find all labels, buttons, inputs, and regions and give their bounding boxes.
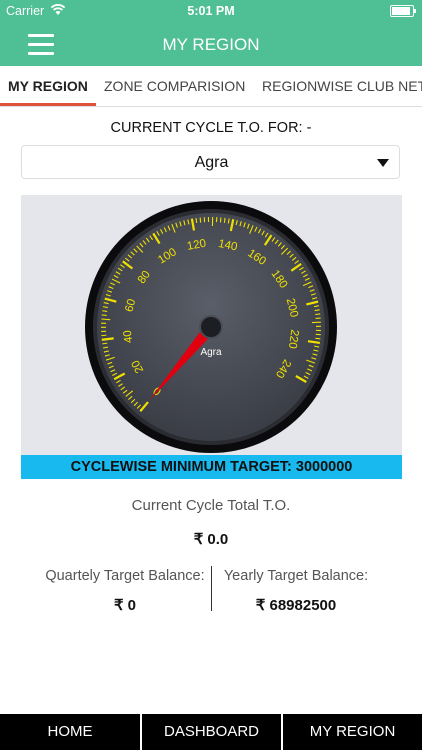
active-tab-indicator xyxy=(0,103,96,106)
gauge-minor-tick xyxy=(314,309,320,312)
current-total-label: Current Cycle Total T.O. xyxy=(131,497,291,514)
gauge-major-tick xyxy=(101,337,114,341)
quarterly-balance-label: Quartely Target Balance: xyxy=(45,568,205,584)
tab-my-region[interactable]: MY REGION xyxy=(8,78,88,94)
gauge-minor-tick xyxy=(101,314,107,316)
quarterly-balance-value: ₹ 0 xyxy=(113,597,137,614)
page-title: MY REGION xyxy=(162,35,260,54)
region-select-value: Agra xyxy=(194,154,229,171)
tab-bar: MY REGION ZONE COMPARISION REGIONWISE CL… xyxy=(0,66,422,107)
yearly-balance-label: Yearly Target Balance: xyxy=(223,568,369,584)
gauge-minor-tick xyxy=(315,337,321,340)
bottom-tab-home[interactable]: HOME xyxy=(0,714,140,750)
tab-zone-comparision[interactable]: ZONE COMPARISION xyxy=(104,78,245,94)
cycle-label: CURRENT CYCLE T.O. FOR: - xyxy=(110,120,312,136)
navigation-bar: MY REGION xyxy=(0,22,422,66)
bottom-navigation: HOME DASHBOARD MY REGION xyxy=(0,714,422,750)
gauge-minor-tick xyxy=(101,318,111,321)
target-banner: CYCLEWISE MINIMUM TARGET: 3000000 xyxy=(21,455,402,479)
tab-regionwise-club-net[interactable]: REGIONWISE CLUB NET xyxy=(262,78,422,94)
battery-icon xyxy=(390,5,416,17)
bottom-tab-dashboard[interactable]: DASHBOARD xyxy=(142,714,281,750)
status-bar: Carrier 5:01 PM xyxy=(0,0,422,22)
gauge-hub xyxy=(199,315,223,339)
region-select[interactable]: Agra xyxy=(21,145,400,179)
quarterly-balance: Quartely Target Balance: ₹ 0 xyxy=(40,568,210,614)
clock: 5:01 PM xyxy=(187,4,235,18)
gauge-center-label: Agra xyxy=(200,347,222,358)
yearly-balance-value: ₹ 68982500 xyxy=(255,597,337,614)
gauge-panel: 020406080100120140160180200220240Agra xyxy=(21,195,402,455)
gauge-minor-tick xyxy=(195,217,198,224)
gauge-minor-tick xyxy=(315,313,321,316)
current-total-value: ₹ 0.0 xyxy=(193,531,229,548)
gauge-minor-tick xyxy=(102,342,108,345)
bottom-tab-my-region[interactable]: MY REGION xyxy=(283,714,422,750)
gauge-minor-tick xyxy=(223,217,226,223)
gauge-tick-label: 40 xyxy=(122,330,135,344)
dropdown-caret-icon xyxy=(377,159,389,167)
yearly-balance: Yearly Target Balance: ₹ 68982500 xyxy=(214,568,378,614)
gauge-minor-tick xyxy=(102,310,108,313)
balance-divider xyxy=(211,566,212,611)
speedometer-gauge: 020406080100120140160180200220240Agra xyxy=(85,201,337,453)
